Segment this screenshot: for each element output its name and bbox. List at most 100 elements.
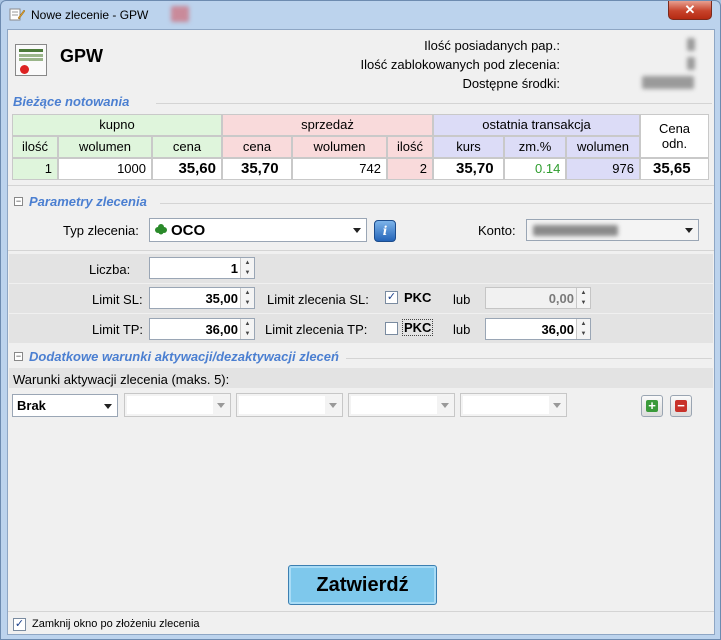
buy-volume-value: 1000 [58, 158, 152, 180]
chevron-down-icon [685, 228, 693, 233]
count-label: Liczba: [89, 262, 131, 277]
params-section-title: Parametry zlecenia [29, 194, 147, 209]
limit-order-sl-label: Limit zlecenia SL: [267, 292, 369, 307]
condition-select-5[interactable] [460, 393, 567, 417]
limit-order-tp-label: Limit zlecenia TP: [265, 322, 368, 337]
count-value: 1 [230, 261, 238, 276]
limit-order-sl-input[interactable]: 0,00 ▲ ▼ [485, 287, 591, 309]
divider [8, 611, 714, 612]
sell-header: sprzedaż [222, 114, 433, 136]
chevron-down-icon [217, 403, 225, 408]
account-label: Konto: [478, 223, 516, 238]
instrument-name: GPW [60, 46, 103, 66]
divider [156, 103, 712, 104]
redacted-title-part [171, 6, 189, 22]
limit-tp-label: Limit TP: [92, 322, 144, 337]
add-condition-button[interactable]: + [641, 395, 663, 417]
divider [8, 185, 714, 186]
reference-price-label-2: odn. [661, 136, 688, 151]
sell-qty-value: 2 [387, 158, 433, 180]
divider [346, 358, 712, 359]
pkc-tp-checkbox[interactable] [385, 322, 398, 335]
blocked-securities-label: Ilość zablokowanych pod zlecenia: [360, 57, 560, 72]
limit-order-tp-value: 36,00 [541, 322, 574, 337]
condition-select-4[interactable] [348, 393, 455, 417]
condition-select-3[interactable] [236, 393, 343, 417]
close-button[interactable]: ✕ [668, 1, 712, 20]
last-rate-value: 35,70 [433, 158, 504, 180]
count-input[interactable]: 1 ▲ ▼ [149, 257, 255, 279]
or-label: lub [453, 322, 471, 337]
pkc-tp-label: PKC [402, 319, 434, 336]
last-volume-header: wolumen [566, 136, 640, 158]
buy-volume-header: wolumen [58, 136, 152, 158]
limit-sl-stepper[interactable]: ▲ ▼ [240, 288, 254, 308]
document-pencil-icon [9, 8, 25, 21]
buy-qty-value: 1 [12, 158, 58, 180]
limit-order-tp-stepper[interactable]: ▲ ▼ [576, 319, 590, 339]
reference-price-header: Cena odn. [640, 114, 709, 158]
last-change-value: 0.14 [504, 158, 566, 180]
chevron-down-icon [353, 228, 361, 233]
collapse-conditions-button[interactable]: − [14, 352, 23, 361]
pkc-sl-label: PKC [404, 290, 432, 305]
blocked-securities-value [687, 57, 695, 70]
close-after-submit-checkbox[interactable]: ✓ [13, 618, 26, 631]
title-bar[interactable]: Nowe zlecenie - GPW ✕ [1, 1, 720, 29]
divider [160, 203, 712, 204]
count-stepper[interactable]: ▲ ▼ [240, 258, 254, 278]
info-button[interactable]: i [374, 220, 396, 242]
conditions-section-title: Dodatkowe warunki aktywacji/dezaktywacji… [29, 349, 339, 364]
pkc-sl-checkbox[interactable]: ✓ [385, 291, 398, 304]
reference-price-label-1: Cena [658, 121, 691, 136]
buy-price-value: 35,60 [152, 158, 222, 180]
last-change-header: zm.% [504, 136, 566, 158]
chevron-down-icon [104, 404, 112, 409]
sell-volume-header: wolumen [292, 136, 387, 158]
order-type-select[interactable]: OCO [149, 218, 367, 242]
account-value [533, 225, 618, 236]
owned-securities-value [687, 38, 695, 51]
collapse-params-button[interactable]: − [14, 197, 23, 206]
condition-value-1: Brak [17, 398, 46, 413]
limit-sl-label: Limit SL: [92, 292, 143, 307]
buy-header: kupno [12, 114, 222, 136]
buy-qty-header: ilość [12, 136, 58, 158]
limit-order-tp-input[interactable]: 36,00 ▲ ▼ [485, 318, 591, 340]
buy-price-header: cena [152, 136, 222, 158]
limit-sl-input[interactable]: 35,00 ▲ ▼ [149, 287, 255, 309]
owned-securities-label: Ilość posiadanych pap.: [424, 38, 560, 53]
remove-condition-button[interactable]: − [670, 395, 692, 417]
limit-order-sl-stepper[interactable]: ▲ ▼ [576, 288, 590, 308]
conditions-subtitle: Warunki aktywacji zlecenia (maks. 5): [13, 372, 230, 387]
clover-icon [155, 224, 167, 235]
limit-order-sl-value: 0,00 [548, 291, 574, 306]
limit-tp-stepper[interactable]: ▲ ▼ [240, 319, 254, 339]
order-type-value: OCO [171, 222, 206, 239]
chevron-down-icon [441, 403, 449, 408]
condition-select-1[interactable]: Brak [12, 394, 118, 417]
available-funds-value [642, 76, 694, 89]
order-type-label: Typ zlecenia: [63, 223, 139, 238]
submit-button[interactable]: Zatwierdź [288, 565, 437, 605]
divider [8, 250, 714, 251]
quotes-section-title: Bieżące notowania [13, 94, 130, 109]
reference-price-value: 35,65 [640, 158, 709, 180]
last-volume-value: 976 [566, 158, 640, 180]
limit-tp-value: 36,00 [205, 322, 238, 337]
exchange-logo-icon [15, 44, 47, 76]
limit-tp-input[interactable]: 36,00 ▲ ▼ [149, 318, 255, 340]
plus-icon: + [646, 399, 658, 412]
order-window: Nowe zlecenie - GPW ✕ GPW Ilość posiadan… [0, 0, 721, 640]
available-funds-label: Dostępne środki: [462, 76, 560, 91]
condition-select-2[interactable] [124, 393, 231, 417]
account-select[interactable] [526, 219, 699, 241]
or-label: lub [453, 292, 471, 307]
minus-icon: − [675, 399, 687, 412]
close-after-submit-label: Zamknij okno po złożeniu zlecenia [32, 618, 200, 630]
sell-qty-header: ilość [387, 136, 433, 158]
sell-price-header: cena [222, 136, 292, 158]
window-title: Nowe zlecenie - GPW [31, 8, 149, 22]
sell-volume-value: 742 [292, 158, 387, 180]
chevron-down-icon [329, 403, 337, 408]
